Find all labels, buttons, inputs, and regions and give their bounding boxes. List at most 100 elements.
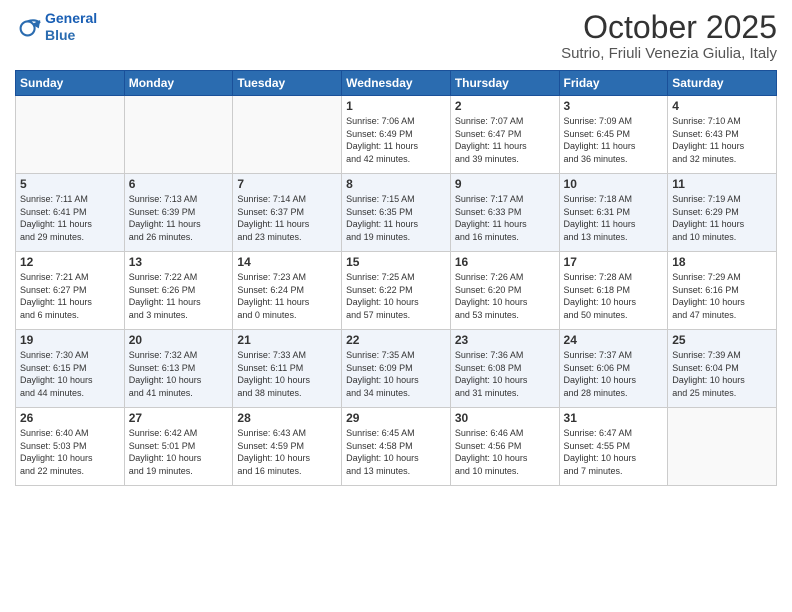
day-number: 6	[129, 177, 229, 191]
calendar-day-9: 9 Sunrise: 7:17 AM Sunset: 6:33 PM Daylig…	[450, 174, 559, 252]
day-number: 13	[129, 255, 229, 269]
calendar-day-19: 19Sunrise: 7:30 AM Sunset: 6:15 PM Dayli…	[16, 330, 125, 408]
day-info: Sunrise: 7:30 AM Sunset: 6:15 PM Dayligh…	[20, 349, 120, 399]
calendar-day-20: 20Sunrise: 7:32 AM Sunset: 6:13 PM Dayli…	[124, 330, 233, 408]
day-number: 8	[346, 177, 446, 191]
location-title: Sutrio, Friuli Venezia Giulia, Italy	[561, 45, 777, 62]
calendar-day-26: 26Sunrise: 6:40 AM Sunset: 5:03 PM Dayli…	[16, 408, 125, 486]
day-info: Sunrise: 7:25 AM Sunset: 6:22 PM Dayligh…	[346, 271, 446, 321]
calendar-day-30: 30 Sunrise: 6:46 AM Sunset: 4:56 PM Dayli…	[450, 408, 559, 486]
day-number: 1	[346, 99, 446, 113]
calendar-day-12: 12 Sunrise: 7:21 AM Sunset: 6:27 PM Dayli…	[16, 252, 125, 330]
day-number: 21	[237, 333, 337, 347]
day-info: Sunrise: 7:07 AM Sunset: 6:47 PM Dayligh…	[455, 115, 555, 165]
calendar-empty-cell	[124, 96, 233, 174]
day-info: Sunrise: 7:22 AM Sunset: 6:26 PM Dayligh…	[129, 271, 229, 321]
day-info: Sunrise: 6:43 AM Sunset: 4:59 PM Dayligh…	[237, 427, 337, 477]
day-info: Sunrise: 7:14 AM Sunset: 6:37 PM Dayligh…	[237, 193, 337, 243]
day-info: Sunrise: 7:36 AM Sunset: 6:08 PM Dayligh…	[455, 349, 555, 399]
day-info: Sunrise: 7:28 AM Sunset: 6:18 PM Dayligh…	[564, 271, 664, 321]
day-number: 5	[20, 177, 120, 191]
calendar-day-25: 25 Sunrise: 7:39 AM Sunset: 6:04 PM Dayli…	[668, 330, 777, 408]
day-info: Sunrise: 7:35 AM Sunset: 6:09 PM Dayligh…	[346, 349, 446, 399]
calendar-day-1: 1 Sunrise: 7:06 AM Sunset: 6:49 PM Daylig…	[342, 96, 451, 174]
column-header-saturday: Saturday	[668, 71, 777, 96]
day-number: 10	[564, 177, 664, 191]
day-number: 31	[564, 411, 664, 425]
day-number: 24	[564, 333, 664, 347]
day-info: Sunrise: 6:40 AM Sunset: 5:03 PM Dayligh…	[20, 427, 120, 477]
column-header-friday: Friday	[559, 71, 668, 96]
calendar-day-27: 27 Sunrise: 6:42 AM Sunset: 5:01 PM Dayli…	[124, 408, 233, 486]
day-number: 16	[455, 255, 555, 269]
day-number: 12	[20, 255, 120, 269]
day-number: 27	[129, 411, 229, 425]
calendar-week-row: 19Sunrise: 7:30 AM Sunset: 6:15 PM Dayli…	[16, 330, 777, 408]
logo-text: General Blue	[45, 10, 97, 44]
calendar-week-row: 1 Sunrise: 7:06 AM Sunset: 6:49 PM Daylig…	[16, 96, 777, 174]
day-info: Sunrise: 7:18 AM Sunset: 6:31 PM Dayligh…	[564, 193, 664, 243]
day-number: 3	[564, 99, 664, 113]
day-number: 25	[672, 333, 772, 347]
day-info: Sunrise: 7:37 AM Sunset: 6:06 PM Dayligh…	[564, 349, 664, 399]
calendar-day-14: 14 Sunrise: 7:23 AM Sunset: 6:24 PM Dayli…	[233, 252, 342, 330]
day-info: Sunrise: 7:39 AM Sunset: 6:04 PM Dayligh…	[672, 349, 772, 399]
calendar-week-row: 26Sunrise: 6:40 AM Sunset: 5:03 PM Dayli…	[16, 408, 777, 486]
day-info: Sunrise: 7:32 AM Sunset: 6:13 PM Dayligh…	[129, 349, 229, 399]
calendar-day-23: 23 Sunrise: 7:36 AM Sunset: 6:08 PM Dayli…	[450, 330, 559, 408]
day-number: 9	[455, 177, 555, 191]
day-info: Sunrise: 7:06 AM Sunset: 6:49 PM Dayligh…	[346, 115, 446, 165]
day-info: Sunrise: 6:47 AM Sunset: 4:55 PM Dayligh…	[564, 427, 664, 477]
calendar-day-22: 22 Sunrise: 7:35 AM Sunset: 6:09 PM Dayli…	[342, 330, 451, 408]
day-info: Sunrise: 7:11 AM Sunset: 6:41 PM Dayligh…	[20, 193, 120, 243]
day-info: Sunrise: 7:21 AM Sunset: 6:27 PM Dayligh…	[20, 271, 120, 321]
calendar-day-11: 11 Sunrise: 7:19 AM Sunset: 6:29 PM Dayli…	[668, 174, 777, 252]
day-number: 23	[455, 333, 555, 347]
calendar-table: SundayMondayTuesdayWednesdayThursdayFrid…	[15, 70, 777, 486]
column-header-tuesday: Tuesday	[233, 71, 342, 96]
calendar-day-28: 28 Sunrise: 6:43 AM Sunset: 4:59 PM Dayli…	[233, 408, 342, 486]
day-info: Sunrise: 7:19 AM Sunset: 6:29 PM Dayligh…	[672, 193, 772, 243]
calendar-day-6: 6Sunrise: 7:13 AM Sunset: 6:39 PM Daylig…	[124, 174, 233, 252]
calendar-day-4: 4 Sunrise: 7:10 AM Sunset: 6:43 PM Daylig…	[668, 96, 777, 174]
day-number: 28	[237, 411, 337, 425]
calendar-day-29: 29Sunrise: 6:45 AM Sunset: 4:58 PM Dayli…	[342, 408, 451, 486]
day-info: Sunrise: 6:46 AM Sunset: 4:56 PM Dayligh…	[455, 427, 555, 477]
day-info: Sunrise: 6:42 AM Sunset: 5:01 PM Dayligh…	[129, 427, 229, 477]
calendar-day-16: 16Sunrise: 7:26 AM Sunset: 6:20 PM Dayli…	[450, 252, 559, 330]
calendar-day-2: 2 Sunrise: 7:07 AM Sunset: 6:47 PM Daylig…	[450, 96, 559, 174]
day-info: Sunrise: 7:29 AM Sunset: 6:16 PM Dayligh…	[672, 271, 772, 321]
day-info: Sunrise: 7:09 AM Sunset: 6:45 PM Dayligh…	[564, 115, 664, 165]
calendar-week-row: 12 Sunrise: 7:21 AM Sunset: 6:27 PM Dayli…	[16, 252, 777, 330]
page: General Blue October 2025 Sutrio, Friuli…	[0, 0, 792, 612]
day-number: 30	[455, 411, 555, 425]
calendar-week-row: 5 Sunrise: 7:11 AM Sunset: 6:41 PM Daylig…	[16, 174, 777, 252]
day-number: 14	[237, 255, 337, 269]
column-header-monday: Monday	[124, 71, 233, 96]
day-number: 22	[346, 333, 446, 347]
day-number: 18	[672, 255, 772, 269]
day-info: Sunrise: 7:23 AM Sunset: 6:24 PM Dayligh…	[237, 271, 337, 321]
calendar-day-24: 24 Sunrise: 7:37 AM Sunset: 6:06 PM Dayli…	[559, 330, 668, 408]
title-section: October 2025 Sutrio, Friuli Venezia Giul…	[561, 10, 777, 62]
calendar-day-17: 17Sunrise: 7:28 AM Sunset: 6:18 PM Dayli…	[559, 252, 668, 330]
day-number: 15	[346, 255, 446, 269]
day-info: Sunrise: 6:45 AM Sunset: 4:58 PM Dayligh…	[346, 427, 446, 477]
calendar-day-5: 5 Sunrise: 7:11 AM Sunset: 6:41 PM Daylig…	[16, 174, 125, 252]
day-number: 7	[237, 177, 337, 191]
logo-icon	[15, 13, 43, 41]
day-number: 11	[672, 177, 772, 191]
day-info: Sunrise: 7:17 AM Sunset: 6:33 PM Dayligh…	[455, 193, 555, 243]
calendar-day-10: 10 Sunrise: 7:18 AM Sunset: 6:31 PM Dayli…	[559, 174, 668, 252]
column-header-sunday: Sunday	[16, 71, 125, 96]
day-info: Sunrise: 7:10 AM Sunset: 6:43 PM Dayligh…	[672, 115, 772, 165]
day-number: 2	[455, 99, 555, 113]
calendar-day-31: 31 Sunrise: 6:47 AM Sunset: 4:55 PM Dayli…	[559, 408, 668, 486]
column-header-thursday: Thursday	[450, 71, 559, 96]
day-info: Sunrise: 7:15 AM Sunset: 6:35 PM Dayligh…	[346, 193, 446, 243]
calendar-day-18: 18 Sunrise: 7:29 AM Sunset: 6:16 PM Dayli…	[668, 252, 777, 330]
header: General Blue October 2025 Sutrio, Friuli…	[15, 10, 777, 62]
calendar-day-7: 7 Sunrise: 7:14 AM Sunset: 6:37 PM Daylig…	[233, 174, 342, 252]
logo: General Blue	[15, 10, 97, 44]
day-number: 4	[672, 99, 772, 113]
